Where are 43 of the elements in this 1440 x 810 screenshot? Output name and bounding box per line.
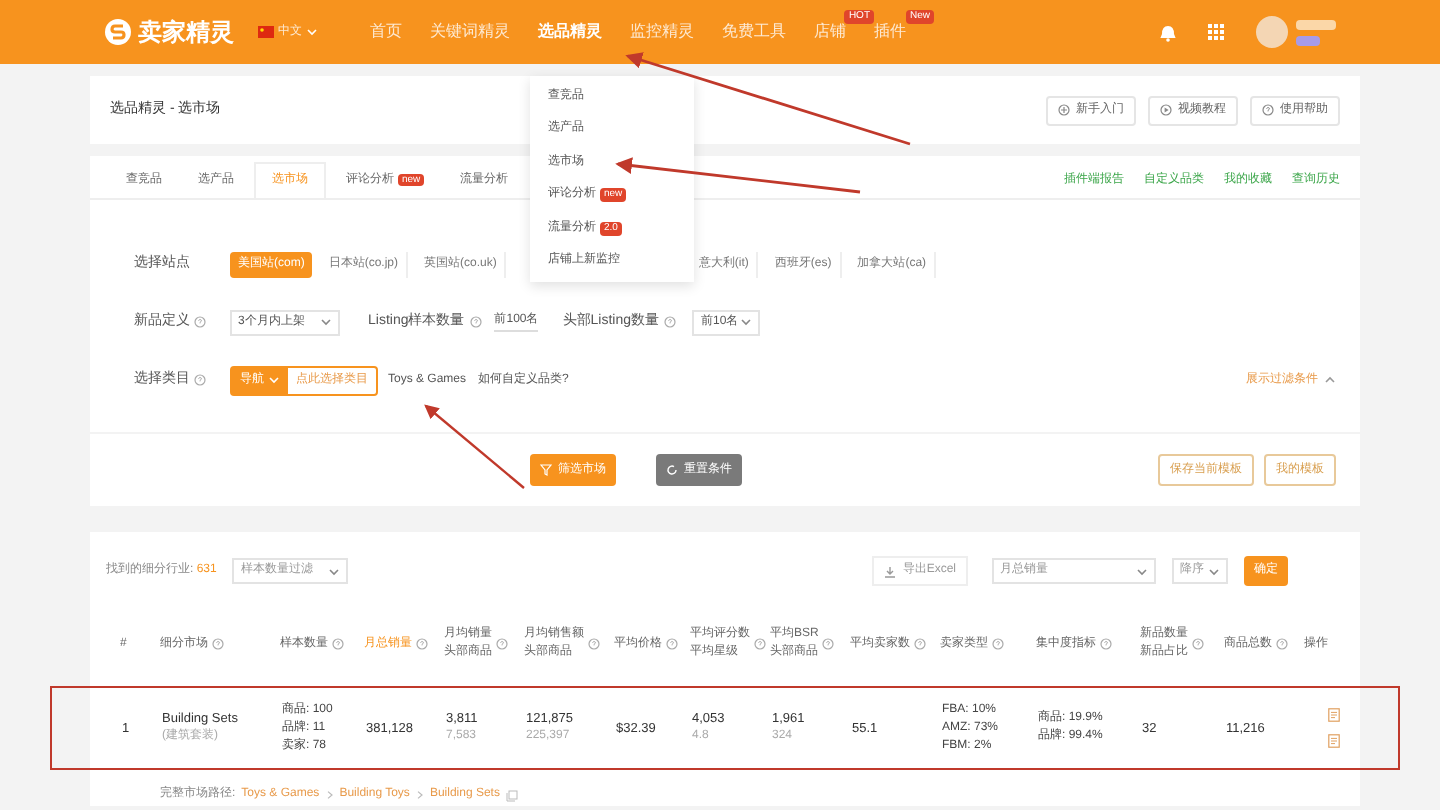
help-icon [194,316,206,328]
refresh-icon [666,464,678,476]
caret-icon [268,376,280,384]
logo-icon [104,18,132,46]
help-icon [754,638,766,650]
caret-icon [1136,567,1148,575]
help-icon [1276,638,1288,650]
flag-icon [258,26,274,38]
filter-icon [540,464,552,476]
chevron-up-icon [1324,376,1336,384]
grid-icon [1208,24,1224,40]
help-icon [212,638,224,650]
bell-icon [1160,23,1176,41]
avatar-icon [1256,12,1336,52]
chevron-right-icon [415,790,424,800]
document-icon [1328,734,1340,748]
play-icon [1160,104,1172,116]
help-icon [666,638,678,650]
help-icon [496,638,508,650]
help-icon [992,638,1004,650]
chevron-right-icon [325,790,334,800]
caret-icon [306,28,318,36]
help-icon [1100,638,1112,650]
help-icon [588,638,600,650]
help-icon [1262,104,1274,116]
plus-icon [1058,104,1070,116]
logo-text: 卖家精灵 [138,16,234,50]
document-icon [1328,708,1340,722]
help-icon [470,316,483,328]
help-icon [332,638,344,650]
copy-icon [505,789,518,801]
help-icon [914,638,926,650]
help-icon [664,316,677,328]
help-icon [822,638,835,650]
caret-icon [1208,567,1220,575]
caret-icon [320,318,332,326]
help-icon [1192,638,1204,650]
help-icon [194,374,206,386]
download-icon [884,565,897,577]
help-icon [416,638,428,650]
caret-icon [740,318,753,326]
caret-icon [328,567,341,575]
annotation-arrow [424,404,525,489]
